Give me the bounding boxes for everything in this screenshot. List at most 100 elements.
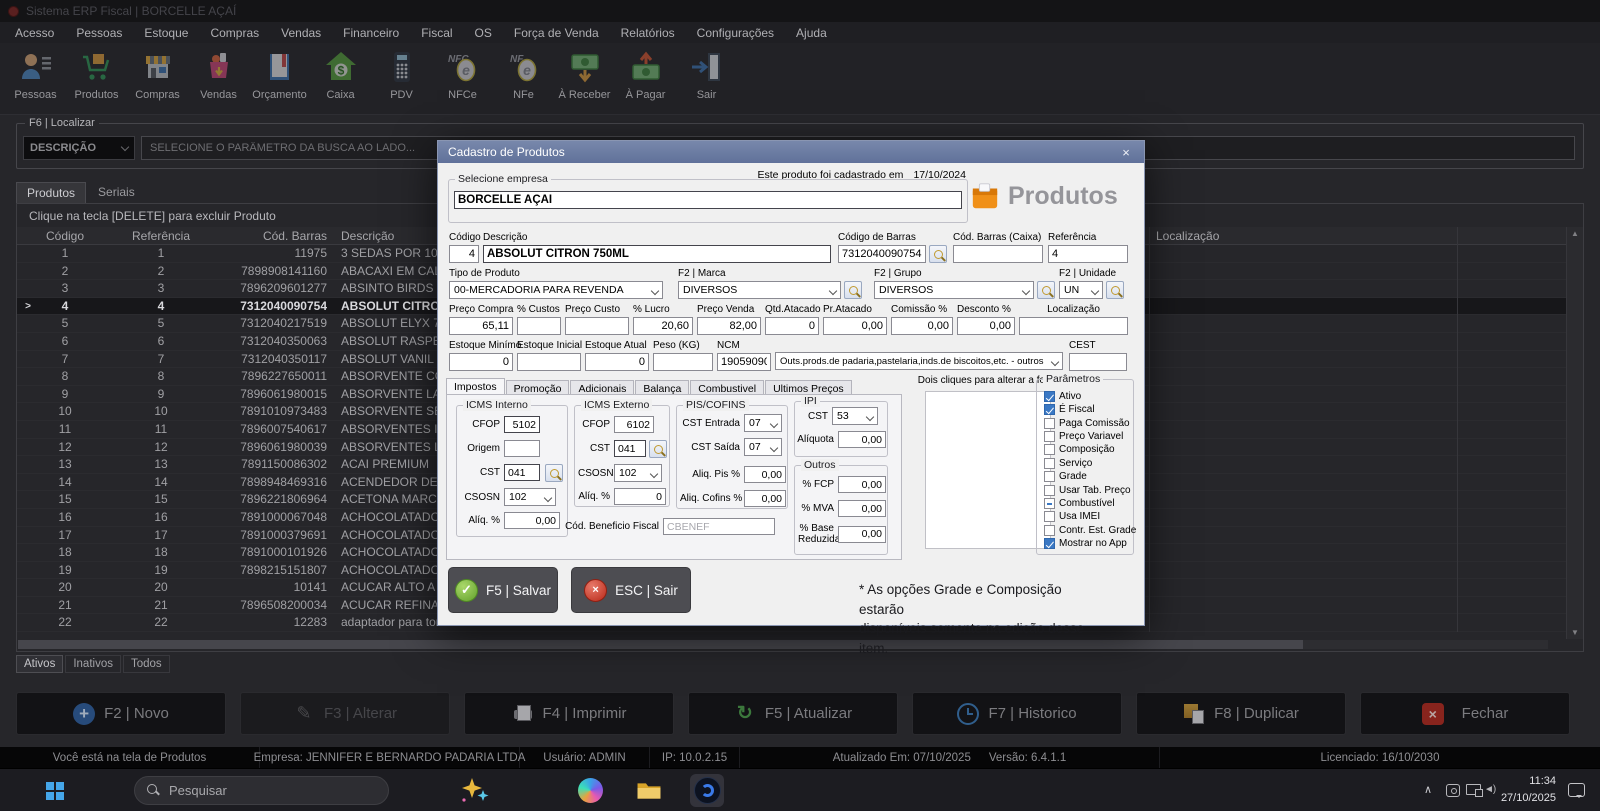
taskbar-search[interactable]: Pesquisar [134, 776, 389, 805]
scrollbar-thumb[interactable] [18, 640, 1303, 649]
comissao-input[interactable] [891, 317, 953, 335]
menu-item[interactable]: Fiscal [410, 26, 463, 40]
scroll-up-icon[interactable]: ▲ [1571, 229, 1579, 238]
checkbox-icon[interactable] [1044, 458, 1055, 469]
parameter-row[interactable]: Usar Tab. Preço [1044, 485, 1136, 496]
menu-item[interactable]: Acesso [4, 26, 65, 40]
menu-item[interactable]: Pessoas [65, 26, 133, 40]
fechar-button[interactable]: ×Fechar [1360, 692, 1570, 735]
checkbox-icon[interactable] [1044, 525, 1055, 536]
icms-int-csosn-select[interactable]: 102 [504, 488, 556, 506]
parameter-row[interactable]: É Fiscal [1044, 404, 1136, 415]
menu-item[interactable]: Relatórios [610, 26, 686, 40]
icms-int-aliq-input[interactable] [504, 512, 560, 529]
menu-item[interactable]: Vendas [270, 26, 332, 40]
toolbar-pessoas[interactable]: Pessoas [5, 43, 66, 114]
dialog-close-icon[interactable]: × [1116, 145, 1136, 160]
unidade-search-icon[interactable] [1106, 281, 1124, 299]
fcp-input[interactable] [838, 476, 886, 493]
novo-button[interactable]: +F2 | Novo [16, 692, 226, 735]
menu-item[interactable]: OS [464, 26, 503, 40]
menu-item[interactable]: Ajuda [785, 26, 838, 40]
tray-network-icon[interactable] [1466, 784, 1481, 795]
estoque-inicial-input[interactable] [517, 353, 581, 371]
pr-atacado-input[interactable] [823, 317, 887, 335]
icms-ext-csosn-select[interactable]: 102 [614, 464, 662, 482]
ncm-desc-select[interactable]: Outs.prods.de padaria,pastelaria,inds.de… [775, 352, 1063, 370]
menu-item[interactable]: Força de Venda [503, 26, 610, 40]
historico-button[interactable]: F7 | Historico [912, 692, 1122, 735]
checkbox-icon[interactable] [1044, 538, 1055, 549]
checkbox-icon[interactable] [1044, 418, 1055, 429]
icms-ext-aliq-input[interactable] [614, 488, 666, 505]
unidade-select[interactable]: UN [1059, 281, 1103, 299]
tab-inativos[interactable]: Inativos [65, 655, 121, 673]
icms-int-cst-input[interactable] [504, 464, 540, 481]
vertical-scrollbar[interactable]: ▲ ▼ [1566, 227, 1583, 639]
base-reduzida-input[interactable] [838, 526, 886, 543]
beneficio-fiscal-input[interactable] [663, 518, 775, 535]
referencia-input[interactable] [1048, 245, 1128, 263]
qtd-atacado-input[interactable] [765, 317, 819, 335]
toolbar-compras[interactable]: Compras [127, 43, 188, 114]
icms-ext-cfop-input[interactable] [614, 416, 654, 433]
grupo-search-icon[interactable] [1037, 281, 1055, 299]
checkbox-icon[interactable] [1044, 391, 1055, 402]
desconto-input[interactable] [957, 317, 1015, 335]
toolbar-nfe[interactable]: NFe NFe [493, 43, 554, 114]
parameter-row[interactable]: Usa IMEI [1044, 512, 1136, 523]
parameter-row[interactable]: Grade [1044, 471, 1136, 482]
toolbar-orcamento[interactable]: Orçamento [249, 43, 310, 114]
toolbar-caixa[interactable]: $ Caixa [310, 43, 371, 114]
preco-venda-input[interactable] [697, 317, 761, 335]
checkbox-icon[interactable] [1044, 485, 1055, 496]
atualizar-button[interactable]: ↻F5 | Atualizar [688, 692, 898, 735]
checkbox-icon[interactable] [1044, 471, 1055, 482]
search-field-select[interactable]: DESCRIÇÃO [23, 136, 135, 160]
parameter-row[interactable]: Composição [1044, 445, 1136, 456]
tray-expand-icon[interactable]: ∧ [1424, 783, 1432, 796]
file-explorer-button[interactable] [632, 774, 665, 807]
pis-cst-saida-select[interactable]: 07 [744, 438, 782, 456]
aliq-pis-input[interactable] [744, 466, 786, 483]
imprimir-button[interactable]: F4 | Imprimir [464, 692, 674, 735]
tray-volume-icon[interactable]: ◄) [1484, 784, 1495, 795]
toolbar-produtos[interactable]: Produtos [66, 43, 127, 114]
ipi-aliquota-input[interactable] [838, 431, 886, 448]
tab-produtos[interactable]: Produtos [16, 182, 86, 204]
icms-ext-cst-search-icon[interactable] [649, 440, 667, 458]
copilot-sparkle-button[interactable] [452, 774, 496, 807]
start-button[interactable] [38, 774, 71, 807]
header-referencia[interactable]: Referência [91, 227, 231, 245]
empresa-input[interactable] [454, 191, 962, 209]
barras-search-icon[interactable] [929, 245, 947, 263]
scroll-down-icon[interactable]: ▼ [1571, 628, 1579, 637]
preco-custo-input[interactable] [565, 317, 629, 335]
menu-item[interactable]: Configurações [686, 26, 785, 40]
tab-ativos[interactable]: Ativos [16, 655, 63, 673]
parameter-row[interactable]: Contr. Est. Grade [1044, 525, 1136, 536]
estoque-minimo-input[interactable] [449, 353, 513, 371]
taskbar-clock[interactable]: 11:34 27/10/2025 [1496, 773, 1556, 806]
sair-button[interactable]: × ESC | Sair [571, 567, 691, 613]
copilot-button[interactable] [574, 774, 607, 807]
toolbar-nfce[interactable]: NFCe NFCe [432, 43, 493, 114]
marca-search-icon[interactable] [844, 281, 862, 299]
menu-item[interactable]: Compras [199, 26, 270, 40]
product-photo[interactable] [925, 391, 1051, 549]
checkbox-icon[interactable] [1044, 431, 1055, 442]
header-localizacao[interactable]: Localização [1149, 227, 1457, 245]
estoque-atual-input[interactable] [585, 353, 649, 371]
descricao-input[interactable] [483, 245, 831, 263]
icms-ext-cst-input[interactable] [614, 440, 646, 457]
barras-caixa-input[interactable] [953, 245, 1043, 263]
cest-input[interactable] [1069, 353, 1127, 371]
toolbar-vendas[interactable]: Vendas [188, 43, 249, 114]
menu-item[interactable]: Financeiro [332, 26, 410, 40]
parameter-row[interactable]: Serviço [1044, 458, 1136, 469]
toolbar-sair[interactable]: Sair [676, 43, 737, 114]
marca-select[interactable]: DIVERSOS [678, 281, 841, 299]
horizontal-scrollbar[interactable] [18, 640, 1548, 649]
aliq-cofins-input[interactable] [744, 490, 786, 507]
alterar-button[interactable]: ✎F3 | Alterar [240, 692, 450, 735]
